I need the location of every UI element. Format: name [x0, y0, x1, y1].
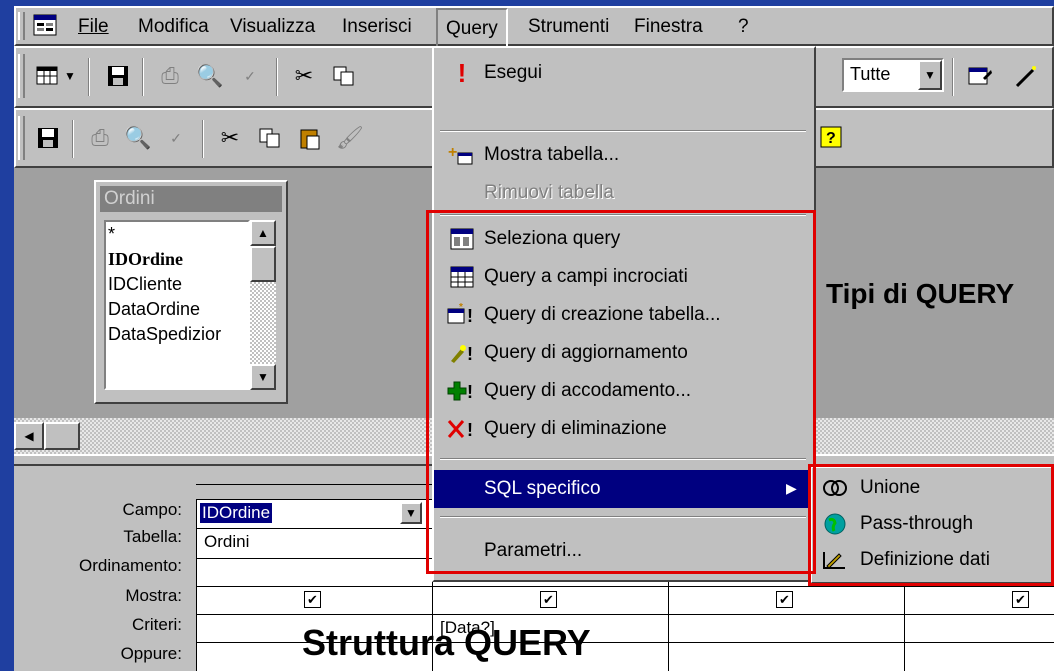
campo-chevron-down-icon[interactable]: ▼: [400, 502, 422, 524]
grid-row-divider: [196, 614, 1054, 615]
cut-icon[interactable]: ✂: [286, 58, 322, 94]
paste-icon[interactable]: [292, 120, 328, 156]
sql-submenu-highlight-box: [808, 464, 1054, 586]
show-table-icon: +: [444, 142, 480, 168]
query-types-highlight-box: [426, 210, 816, 574]
top-values-combo[interactable]: Tutte ▼: [842, 58, 944, 92]
show-checkbox-col4[interactable]: ✔: [1012, 591, 1029, 608]
save-icon[interactable]: [100, 58, 136, 94]
menu-visualizza[interactable]: Visualizza: [230, 16, 315, 38]
grid-row-labels: Campo: Tabella: Ordinamento: Mostra: Cri…: [14, 496, 182, 671]
copy-icon[interactable]: [252, 120, 288, 156]
menu-divider: [440, 130, 806, 132]
show-checkbox-col1[interactable]: ✔: [304, 591, 321, 608]
menu-file[interactable]: File: [78, 16, 109, 38]
menu-item-mostra-tabella[interactable]: + Mostra tabella...: [434, 136, 810, 174]
field-list-item[interactable]: IDCliente: [106, 272, 248, 297]
hscroll-thumb[interactable]: [44, 422, 80, 450]
menu-item-esegui-label: Esegui: [484, 62, 543, 83]
print-preview-icon[interactable]: 🔍: [192, 58, 228, 94]
menu-bar: File Modifica Visualizza Inserisci Query…: [14, 6, 1054, 46]
menu-strumenti[interactable]: Strumenti: [528, 16, 609, 38]
menu-modifica[interactable]: Modifica: [138, 16, 209, 38]
campo-value-col1[interactable]: IDOrdine: [200, 503, 273, 523]
database-window-icon[interactable]: [32, 12, 60, 38]
field-list-item[interactable]: DataSpedizior: [106, 322, 248, 347]
row-label-criteri: Criteri:: [131, 615, 182, 634]
menu-inserisci[interactable]: Inserisci: [342, 16, 412, 38]
menu-item-rimuovi-tabella-label: Rimuovi tabella: [484, 182, 614, 203]
toolbar-separator: [202, 120, 204, 158]
grid-row-divider: [196, 586, 1054, 587]
field-list-item-primary-key[interactable]: IDOrdine: [106, 247, 248, 272]
toolbar-separator: [952, 58, 954, 96]
spelling-icon[interactable]: ✓: [158, 120, 194, 156]
toolbar-separator: [72, 120, 74, 158]
build-wand-icon[interactable]: [1008, 58, 1044, 94]
menu-item-mostra-tabella-label: Mostra tabella...: [484, 144, 620, 165]
row-label-campo: Campo:: [122, 500, 182, 519]
svg-text:+: +: [448, 144, 457, 161]
copy-icon[interactable]: [326, 58, 362, 94]
print-preview-icon[interactable]: 🔍: [120, 120, 156, 156]
field-list-title[interactable]: Ordini: [100, 186, 282, 212]
row-label-oppure: Oppure:: [120, 644, 182, 663]
print-icon[interactable]: ⎙: [152, 58, 188, 94]
svg-text:?: ?: [826, 130, 836, 147]
tabella-value-col1[interactable]: Ordini: [204, 532, 249, 552]
view-dropdown-chevron-icon[interactable]: ▼: [60, 58, 80, 94]
field-list-ordini[interactable]: Ordini * IDOrdine IDCliente DataOrdine D…: [94, 180, 288, 404]
scroll-up-arrow-icon[interactable]: ▲: [250, 220, 276, 246]
menu-item-esegui[interactable]: ! Esegui: [434, 54, 810, 92]
annotation-tipi-di-query: Tipi di QUERY: [826, 278, 1015, 309]
field-list-box[interactable]: * IDOrdine IDCliente DataOrdine DataSped…: [104, 220, 250, 390]
scroll-down-arrow-icon[interactable]: ▼: [250, 364, 276, 390]
show-checkbox-col3[interactable]: ✔: [776, 591, 793, 608]
menu-finestra[interactable]: Finestra: [634, 16, 703, 38]
scroll-left-arrow-icon[interactable]: ◀: [14, 422, 44, 450]
save-icon[interactable]: [30, 120, 66, 156]
campo-cell-col1[interactable]: IDOrdine ▼: [198, 501, 430, 527]
combo-chevron-down-icon[interactable]: ▼: [918, 60, 942, 90]
toolbar1-grip[interactable]: [18, 54, 25, 98]
exclamation-icon: !: [457, 57, 467, 88]
help-icon[interactable]: ?: [816, 122, 846, 152]
print-icon[interactable]: ⎙: [82, 120, 118, 156]
menu-help[interactable]: ?: [738, 16, 749, 38]
menubar-grip[interactable]: [18, 12, 25, 40]
menu-item-rimuovi-tabella[interactable]: Rimuovi tabella: [434, 174, 810, 212]
properties-icon[interactable]: [962, 58, 998, 94]
scroll-thumb[interactable]: [250, 246, 276, 282]
row-label-ordinamento: Ordinamento:: [79, 556, 182, 575]
toolbar-separator: [142, 58, 144, 96]
format-painter-icon[interactable]: 🖌: [332, 120, 368, 156]
show-checkbox-col2[interactable]: ✔: [540, 591, 557, 608]
toolbar-separator: [88, 58, 90, 96]
spelling-icon[interactable]: ✓: [232, 58, 268, 94]
toolbar-separator: [276, 58, 278, 96]
menu-query[interactable]: Query: [436, 8, 508, 46]
row-label-tabella: Tabella:: [123, 527, 182, 546]
access-window: File Modifica Visualizza Inserisci Query…: [0, 0, 1054, 671]
row-label-mostra: Mostra:: [125, 586, 182, 605]
field-list-item[interactable]: *: [106, 222, 248, 247]
field-list-item[interactable]: DataOrdine: [106, 297, 248, 322]
menu-file-label: File: [78, 16, 109, 37]
annotation-struttura-query: Struttura QUERY: [302, 622, 591, 663]
cut-icon[interactable]: ✂: [212, 120, 248, 156]
top-values-combo-value: Tutte: [850, 64, 891, 84]
field-list-scrollbar[interactable]: ▲ ▼: [250, 220, 276, 390]
toolbar2-grip[interactable]: [18, 116, 25, 160]
